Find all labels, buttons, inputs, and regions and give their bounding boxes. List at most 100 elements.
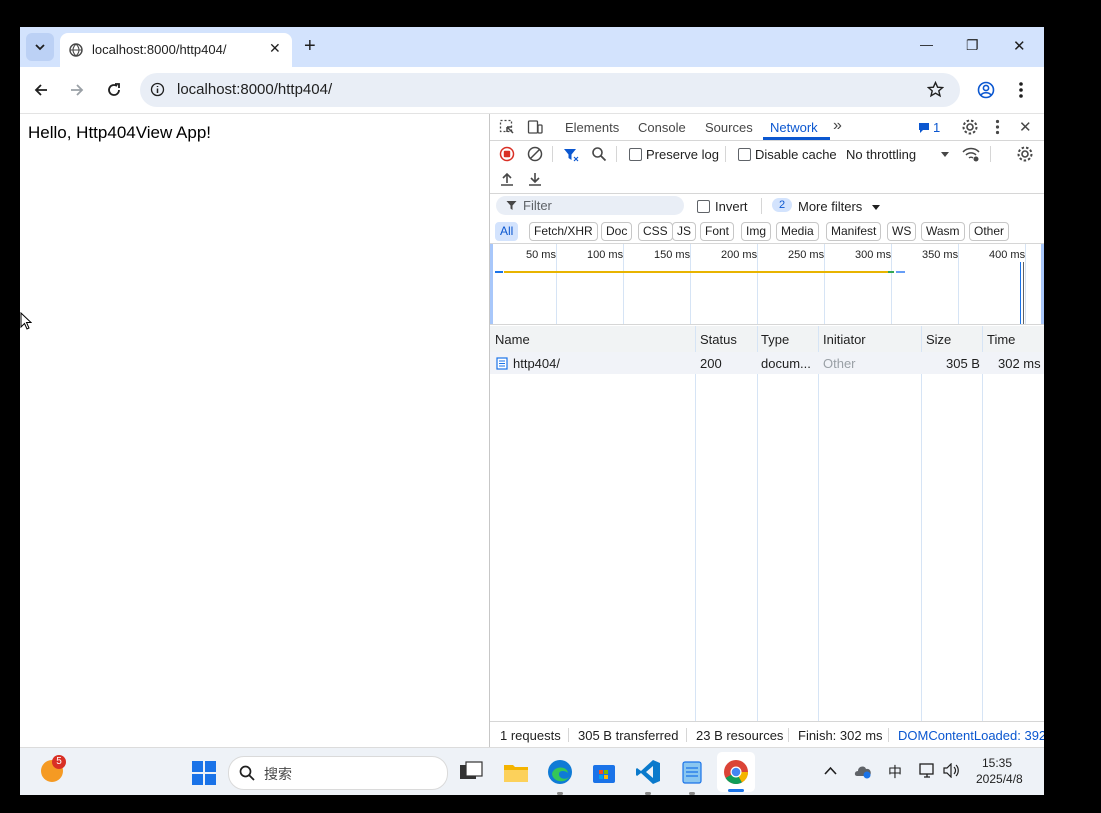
type-filter-css[interactable]: CSS [638, 222, 673, 241]
onedrive-icon[interactable] [854, 763, 872, 779]
menu-icon[interactable] [1018, 81, 1024, 99]
column-divider [757, 326, 758, 721]
settings-gear-icon[interactable] [961, 118, 979, 136]
tab-elements[interactable]: Elements [565, 120, 619, 135]
tab-console[interactable]: Console [638, 120, 686, 135]
timeline-bar-load [896, 271, 905, 273]
tab-sources[interactable]: Sources [705, 120, 753, 135]
forward-icon[interactable] [69, 82, 85, 98]
timeline-handle-right[interactable] [1041, 244, 1044, 324]
ime-indicator[interactable]: 中 [888, 762, 902, 782]
throttling-select[interactable]: No throttling [840, 146, 952, 164]
browser-tab[interactable]: localhost:8000/http404/ ✕ [60, 33, 292, 67]
column-type[interactable]: Type [761, 332, 789, 347]
import-har-icon[interactable] [499, 171, 515, 187]
timeline-gridline [958, 244, 959, 324]
vscode-icon[interactable] [635, 759, 661, 785]
dropdown-arrow-icon [872, 205, 880, 210]
timeline-marker [1023, 262, 1024, 324]
summary-divider [788, 728, 789, 742]
reload-icon[interactable] [106, 82, 122, 98]
toolbar-divider [761, 198, 762, 214]
clock-time[interactable]: 15:35 [982, 756, 1012, 770]
page-text: Hello, Http404View App! [28, 123, 212, 142]
more-filters-button[interactable]: 2 More filters [772, 196, 886, 216]
more-options-icon[interactable] [995, 119, 1000, 135]
type-filter-img[interactable]: Img [741, 222, 772, 241]
running-indicator [645, 792, 651, 795]
column-status[interactable]: Status [700, 332, 737, 347]
export-har-icon[interactable] [527, 171, 543, 187]
network-icon[interactable] [918, 762, 936, 780]
type-filter-all[interactable]: All [495, 222, 519, 241]
type-filter-font[interactable]: Font [700, 222, 735, 241]
more-tabs-icon[interactable]: » [833, 117, 842, 135]
chrome-taskbar-button[interactable] [717, 752, 755, 792]
invert-checkbox[interactable] [697, 200, 710, 213]
issues-icon[interactable] [918, 122, 930, 134]
more-filters-label: More filters [798, 199, 863, 214]
notepad-icon[interactable] [679, 759, 705, 785]
file-explorer-icon[interactable] [503, 759, 529, 785]
network-overview-timeline[interactable]: 50 ms 100 ms 150 ms 200 ms 250 ms 300 ms… [490, 244, 1044, 325]
tab-close-icon[interactable]: ✕ [269, 40, 281, 57]
column-divider [818, 326, 819, 721]
issues-count[interactable]: 1 [933, 120, 940, 135]
new-tab-button[interactable]: + [304, 35, 316, 58]
toolbar-divider [725, 146, 726, 162]
type-filter-wasm[interactable]: Wasm [921, 222, 965, 241]
timeline-handle-left[interactable] [490, 244, 493, 324]
record-stop-icon[interactable] [499, 146, 515, 162]
microsoft-store-icon[interactable] [591, 759, 617, 785]
network-settings-icon[interactable] [1016, 145, 1034, 163]
row-name: http404/ [513, 356, 560, 371]
site-info-icon[interactable] [150, 82, 165, 97]
summary-divider [686, 728, 687, 742]
type-filter-doc[interactable]: Doc [601, 222, 633, 241]
restore-button[interactable]: ❐ [966, 37, 979, 54]
clear-icon[interactable] [527, 146, 543, 162]
disable-cache-checkbox[interactable] [738, 148, 751, 161]
column-time[interactable]: Time [987, 332, 1015, 347]
network-summary-bar: 1 requests 305 B transferred 23 B resour… [490, 721, 1044, 748]
table-row[interactable]: http404/ 200 docum... Other 305 B 302 ms [490, 352, 1044, 374]
timeline-bar-request [504, 271, 888, 273]
row-time: 302 ms [998, 356, 1041, 371]
type-filter-media[interactable]: Media [776, 222, 819, 241]
tab-search-button[interactable] [26, 33, 54, 61]
filter-funnel-icon[interactable] [563, 147, 579, 163]
task-view-icon[interactable] [458, 759, 484, 785]
minimize-button[interactable]: — [920, 37, 933, 52]
window-close-button[interactable]: ✕ [1013, 37, 1026, 55]
clock-date[interactable]: 2025/4/8 [976, 772, 1023, 786]
taskbar-search-box[interactable]: 搜索 [228, 756, 448, 790]
back-icon[interactable] [33, 82, 49, 98]
type-filter-js[interactable]: JS [672, 222, 697, 241]
type-filter-ws[interactable]: WS [887, 222, 917, 241]
type-filter-other[interactable]: Other [969, 222, 1010, 241]
network-conditions-icon[interactable] [962, 146, 980, 162]
type-filter-fetch-xhr[interactable]: Fetch/XHR [529, 222, 598, 241]
tab-network[interactable]: Network [770, 120, 818, 135]
timeline-tick-label: 400 ms [989, 249, 1026, 261]
windows-start-icon[interactable] [192, 761, 216, 785]
star-icon[interactable] [927, 81, 944, 98]
profile-icon[interactable] [977, 81, 995, 99]
inspect-element-icon[interactable] [499, 119, 515, 135]
column-size[interactable]: Size [926, 332, 951, 347]
column-initiator[interactable]: Initiator [823, 332, 866, 347]
device-toolbar-icon[interactable] [527, 119, 543, 135]
preserve-log-checkbox[interactable] [629, 148, 642, 161]
edge-browser-icon[interactable] [547, 759, 573, 785]
search-icon[interactable] [591, 146, 607, 162]
type-filter-manifest[interactable]: Manifest [826, 222, 882, 241]
summary-transferred: 305 B transferred [578, 728, 679, 743]
address-bar[interactable]: localhost:8000/http404/ [140, 73, 960, 107]
volume-icon[interactable] [943, 763, 960, 778]
devtools-close-icon[interactable]: ✕ [1019, 118, 1032, 136]
chevron-up-icon[interactable] [824, 766, 837, 776]
timeline-tick-label: 350 ms [922, 249, 959, 261]
filter-input[interactable]: Filter [496, 196, 684, 215]
column-name[interactable]: Name [495, 332, 530, 347]
timeline-tick-label: 100 ms [587, 249, 624, 261]
